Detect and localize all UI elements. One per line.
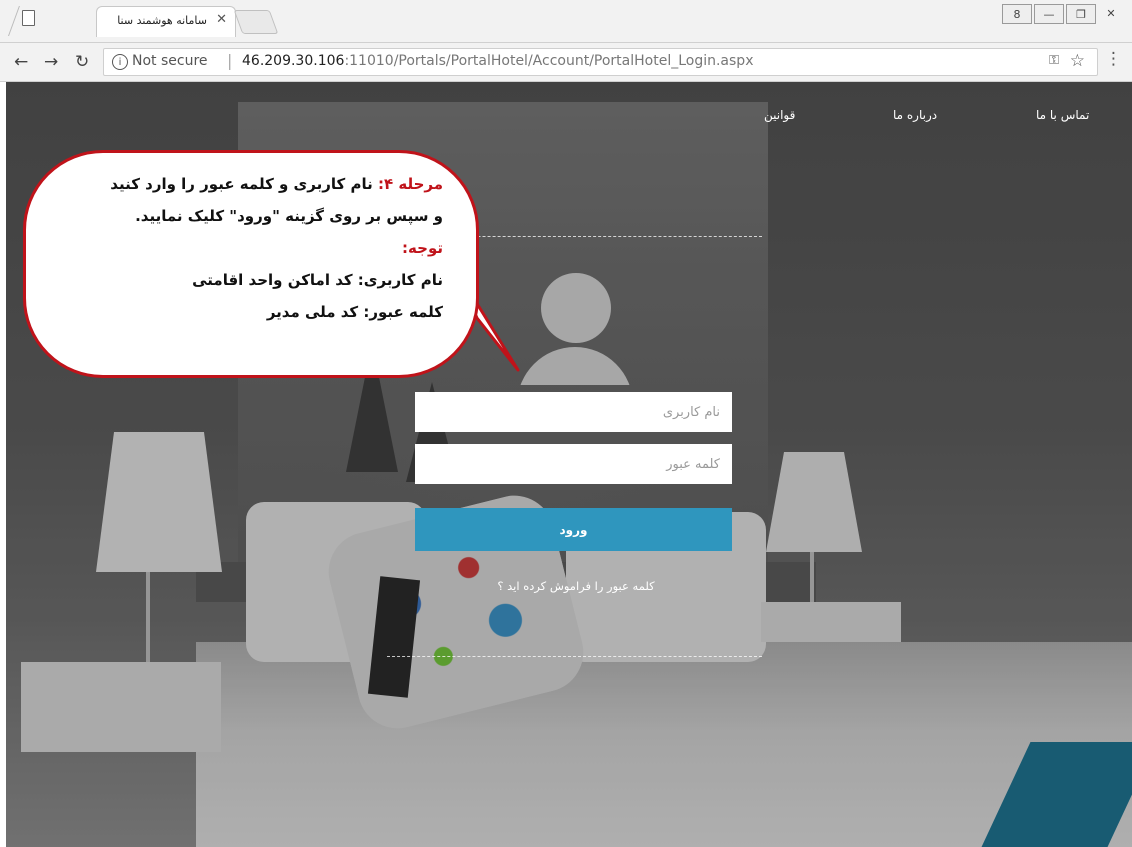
callout-step-label: مرحله ۴: xyxy=(377,175,443,193)
login-button[interactable]: ورود xyxy=(415,508,732,551)
nav-link-rules[interactable]: قوانین xyxy=(764,108,795,122)
url-separator: | xyxy=(227,51,233,70)
forward-icon[interactable]: → xyxy=(44,52,58,72)
url-text: 46.209.30.106:11010/Portals/PortalHotel/… xyxy=(242,53,753,69)
close-window-button[interactable]: ✕ xyxy=(1098,4,1124,22)
password-input[interactable] xyxy=(415,444,732,484)
callout-line-2: و سپس بر روی گزینه "ورود" کلیک نمایید. xyxy=(135,207,443,225)
key-icon[interactable]: ⚿ xyxy=(1049,53,1059,68)
forgot-password-link[interactable]: کلمه عبور را فراموش کرده اید ؟ xyxy=(456,579,696,593)
browser-menu-icon[interactable]: ⋮ xyxy=(1105,49,1122,69)
callout-line-1: مرحله ۴: نام کاربری و کلمه عبور را وارد … xyxy=(23,168,443,200)
close-icon[interactable]: ✕ xyxy=(216,12,227,27)
callout-note-label: توجه: xyxy=(402,239,443,257)
callout-password-hint: کلمه عبور: کد ملی مدیر xyxy=(266,303,443,321)
security-label: Not secure xyxy=(132,53,208,69)
user-avatar-icon xyxy=(511,265,639,385)
callout-instruction: نام کاربری و کلمه عبور را وارد کنید xyxy=(110,175,378,193)
divider-bottom xyxy=(387,656,762,657)
username-input[interactable] xyxy=(415,392,732,432)
back-icon[interactable]: ← xyxy=(14,52,28,72)
tab-title: سامانه هوشمند سنا xyxy=(117,14,207,27)
callout-username-hint: نام کاربری: کد اماکن واحد اقامتی xyxy=(192,271,443,289)
new-tab-button[interactable] xyxy=(233,10,279,34)
avatar-head xyxy=(541,273,611,343)
info-icon[interactable]: i xyxy=(112,54,128,70)
reload-icon[interactable]: ↻ xyxy=(75,52,89,72)
maximize-button[interactable]: ❐ xyxy=(1066,4,1096,24)
browser-tab[interactable]: سامانه هوشمند سنا ✕ xyxy=(96,6,236,37)
browser-titlebar: سامانه هوشمند سنا ✕ 8 — ❐ ✕ xyxy=(0,0,1132,43)
profile-icon[interactable]: 8 xyxy=(1002,4,1032,24)
address-bar[interactable]: i Not secure | 46.209.30.106:11010/Porta… xyxy=(103,48,1098,76)
url-host: 46.209.30.106 xyxy=(242,53,345,69)
page-icon xyxy=(22,10,35,26)
url-path: :11010/Portals/PortalHotel/Account/Porta… xyxy=(344,53,754,69)
browser-toolbar: ← → ↻ i Not secure | 46.209.30.106:11010… xyxy=(0,43,1132,82)
nav-link-contact[interactable]: تماس با ما xyxy=(1036,108,1089,122)
bookmark-star-icon[interactable]: ☆ xyxy=(1070,51,1085,71)
minimize-button[interactable]: — xyxy=(1034,4,1064,24)
avatar-body xyxy=(517,347,633,385)
callout-text: مرحله ۴: نام کاربری و کلمه عبور را وارد … xyxy=(23,168,443,328)
nav-link-about[interactable]: درباره ما xyxy=(893,108,937,122)
window-controls: 8 — ❐ ✕ xyxy=(1002,4,1124,24)
